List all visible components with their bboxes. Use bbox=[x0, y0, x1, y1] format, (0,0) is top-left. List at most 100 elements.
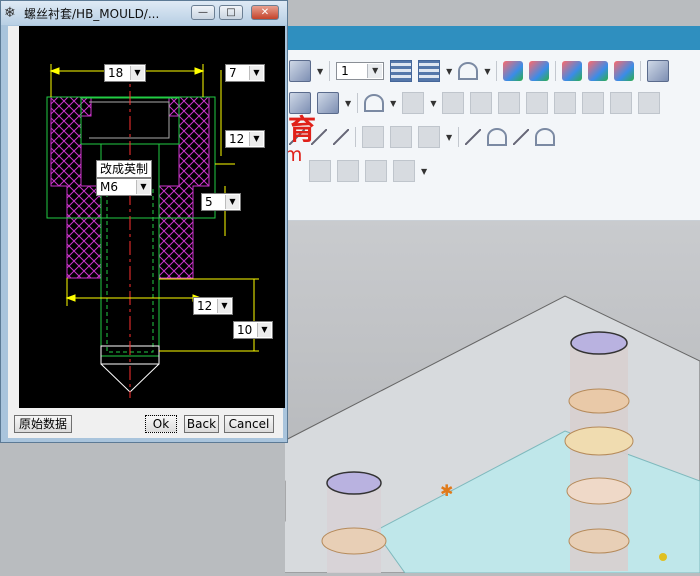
chevron-down-icon[interactable]: ▼ bbox=[367, 64, 383, 78]
edit-curve-icon[interactable] bbox=[333, 129, 349, 145]
change-to-imperial-label[interactable]: 改成英制 bbox=[96, 160, 152, 178]
bushing-left bbox=[321, 471, 387, 573]
sew-icon[interactable] bbox=[554, 92, 577, 114]
dialog-titlebar[interactable]: ❄ 螺丝衬套/HB_MOULD/... — □ ✕ bbox=[1, 1, 287, 25]
draft-icon[interactable] bbox=[289, 129, 305, 145]
chevron-down-icon[interactable]: ▼ bbox=[257, 323, 271, 337]
electrode-icon[interactable] bbox=[362, 126, 384, 148]
thread-select[interactable]: M6 ▼ bbox=[96, 178, 152, 196]
chevron-down-icon[interactable]: ▼ bbox=[249, 66, 263, 80]
toolbox-icon[interactable] bbox=[647, 60, 670, 82]
chevron-down-icon[interactable]: ▼ bbox=[249, 132, 263, 146]
toolbar-area: ▼ 1 ▼ ▼ ▼ ▼ ▼ ▼ ▼ ▼ bbox=[285, 50, 700, 221]
toolbar-separator bbox=[458, 127, 460, 147]
chevron-down-icon[interactable]: ▼ bbox=[421, 167, 427, 176]
snap-end-icon[interactable] bbox=[614, 61, 635, 81]
chevron-down-icon[interactable]: ▼ bbox=[446, 133, 452, 142]
blend-icon[interactable] bbox=[582, 92, 605, 114]
offset-icon[interactable] bbox=[498, 92, 521, 114]
patch-icon[interactable] bbox=[402, 92, 425, 114]
snowflake-icon: ❄ bbox=[4, 5, 16, 21]
bridge-icon[interactable] bbox=[610, 92, 633, 114]
layer-select-value: 1 bbox=[341, 64, 349, 78]
toolbar-row-1: ▼ 1 ▼ ▼ ▼ bbox=[289, 60, 670, 82]
paint-icon[interactable] bbox=[529, 61, 550, 81]
close-button[interactable]: ✕ bbox=[251, 5, 279, 20]
toolbar-separator bbox=[357, 93, 359, 113]
maximize-button[interactable]: □ bbox=[219, 5, 243, 20]
dim-5-value: 5 bbox=[205, 195, 213, 209]
dim-12-top-value: 12 bbox=[229, 132, 245, 146]
chevron-down-icon[interactable]: ▼ bbox=[446, 67, 452, 76]
spline-icon[interactable] bbox=[513, 129, 530, 145]
wcs-icon[interactable] bbox=[458, 62, 479, 80]
face-icon[interactable] bbox=[442, 92, 465, 114]
chevron-down-icon[interactable]: ▼ bbox=[217, 299, 231, 313]
snap-point-icon[interactable] bbox=[588, 61, 609, 81]
dialog-body: 18 ▼ 7 ▼ 12 ▼ 改成英制 M6 ▼ 5 ▼ 12 ▼ 10 ▼ 原始数据 Ok B… bbox=[8, 26, 285, 438]
toolbar-separator bbox=[496, 61, 498, 81]
cavity-icon[interactable] bbox=[390, 126, 412, 148]
toolbar-row-3: ▼ bbox=[289, 126, 556, 148]
dialog-title: 螺丝衬套/HB_MOULD/... bbox=[24, 6, 160, 21]
cancel-button[interactable]: Cancel bbox=[224, 415, 274, 433]
chevron-down-icon[interactable]: ▼ bbox=[484, 67, 490, 76]
block-icon[interactable] bbox=[317, 92, 339, 114]
arc-icon[interactable] bbox=[487, 128, 508, 146]
sketch-icon[interactable] bbox=[311, 129, 327, 145]
dim-12-select[interactable]: 12 ▼ bbox=[193, 297, 233, 315]
bushing-dialog: ❄ 螺丝衬套/HB_MOULD/... — □ ✕ 18 ▼ 7 ▼ 12 ▼ … bbox=[0, 0, 288, 443]
dim-10-select[interactable]: 10 ▼ bbox=[233, 321, 273, 339]
dim-7-select[interactable]: 7 ▼ bbox=[225, 64, 265, 82]
select-filter-icon[interactable] bbox=[562, 61, 583, 81]
toolbar-separator bbox=[640, 61, 642, 81]
layer-select[interactable]: 1 ▼ bbox=[336, 62, 385, 80]
toolbar-row-4: ▼ bbox=[309, 160, 427, 182]
extend-icon[interactable] bbox=[470, 92, 493, 114]
placeholder-icon[interactable] bbox=[337, 160, 359, 182]
bushing-right bbox=[564, 331, 634, 571]
insert-icon[interactable] bbox=[418, 126, 440, 148]
surface-icon[interactable] bbox=[289, 92, 311, 114]
dim-12-top-select[interactable]: 12 ▼ bbox=[225, 130, 265, 148]
application-window: ▼ 1 ▼ ▼ ▼ ▼ ▼ ▼ ▼ ▼ ✱ ❄ 螺丝衬套/HB_MOULD/..… bbox=[0, 0, 700, 574]
original-data-button[interactable]: 原始数据 bbox=[14, 415, 72, 433]
dim-12-value: 12 bbox=[197, 299, 213, 313]
line-icon[interactable] bbox=[465, 129, 482, 145]
mesh-icon[interactable] bbox=[638, 92, 661, 114]
edit-object-icon[interactable] bbox=[503, 61, 524, 81]
toolbar-separator bbox=[329, 61, 331, 81]
chevron-down-icon[interactable]: ▼ bbox=[317, 67, 323, 76]
back-button[interactable]: Back bbox=[184, 415, 219, 433]
layer-settings-icon[interactable] bbox=[390, 60, 413, 82]
mould-model: ✱ ✱ bbox=[244, 295, 700, 574]
chevron-down-icon[interactable]: ▼ bbox=[345, 99, 351, 108]
placeholder-icon[interactable] bbox=[393, 160, 415, 182]
chevron-down-icon[interactable]: ▼ bbox=[430, 99, 436, 108]
chevron-down-icon[interactable]: ▼ bbox=[390, 99, 396, 108]
chevron-down-icon[interactable]: ▼ bbox=[225, 195, 239, 209]
minimize-button[interactable]: — bbox=[191, 5, 215, 20]
sketch-plane-icon[interactable] bbox=[364, 94, 385, 112]
dim-10-value: 10 bbox=[237, 323, 253, 337]
drawing-svg bbox=[46, 64, 259, 398]
toolbar-separator bbox=[355, 127, 356, 147]
trim-icon[interactable] bbox=[526, 92, 549, 114]
toolbar-row-2: ▼ ▼ ▼ bbox=[289, 92, 661, 114]
dim-7-value: 7 bbox=[229, 66, 237, 80]
placeholder-icon[interactable] bbox=[309, 160, 331, 182]
graphics-viewport[interactable]: ✱ ✱ bbox=[244, 221, 700, 574]
shape-icon[interactable] bbox=[535, 128, 556, 146]
dim-18-select[interactable]: 18 ▼ bbox=[104, 64, 146, 82]
ok-button[interactable]: Ok bbox=[145, 415, 177, 433]
view-orient-icon[interactable] bbox=[289, 60, 311, 82]
thread-value: M6 bbox=[100, 180, 118, 194]
placeholder-icon[interactable] bbox=[365, 160, 387, 182]
dim-18-value: 18 bbox=[108, 66, 124, 80]
dim-5-select[interactable]: 5 ▼ bbox=[201, 193, 241, 211]
chevron-down-icon[interactable]: ▼ bbox=[136, 180, 150, 194]
layer-visible-icon[interactable] bbox=[418, 60, 441, 82]
toolbar-separator bbox=[555, 61, 557, 81]
point-marker: ✱ bbox=[440, 481, 453, 500]
chevron-down-icon[interactable]: ▼ bbox=[130, 66, 144, 80]
